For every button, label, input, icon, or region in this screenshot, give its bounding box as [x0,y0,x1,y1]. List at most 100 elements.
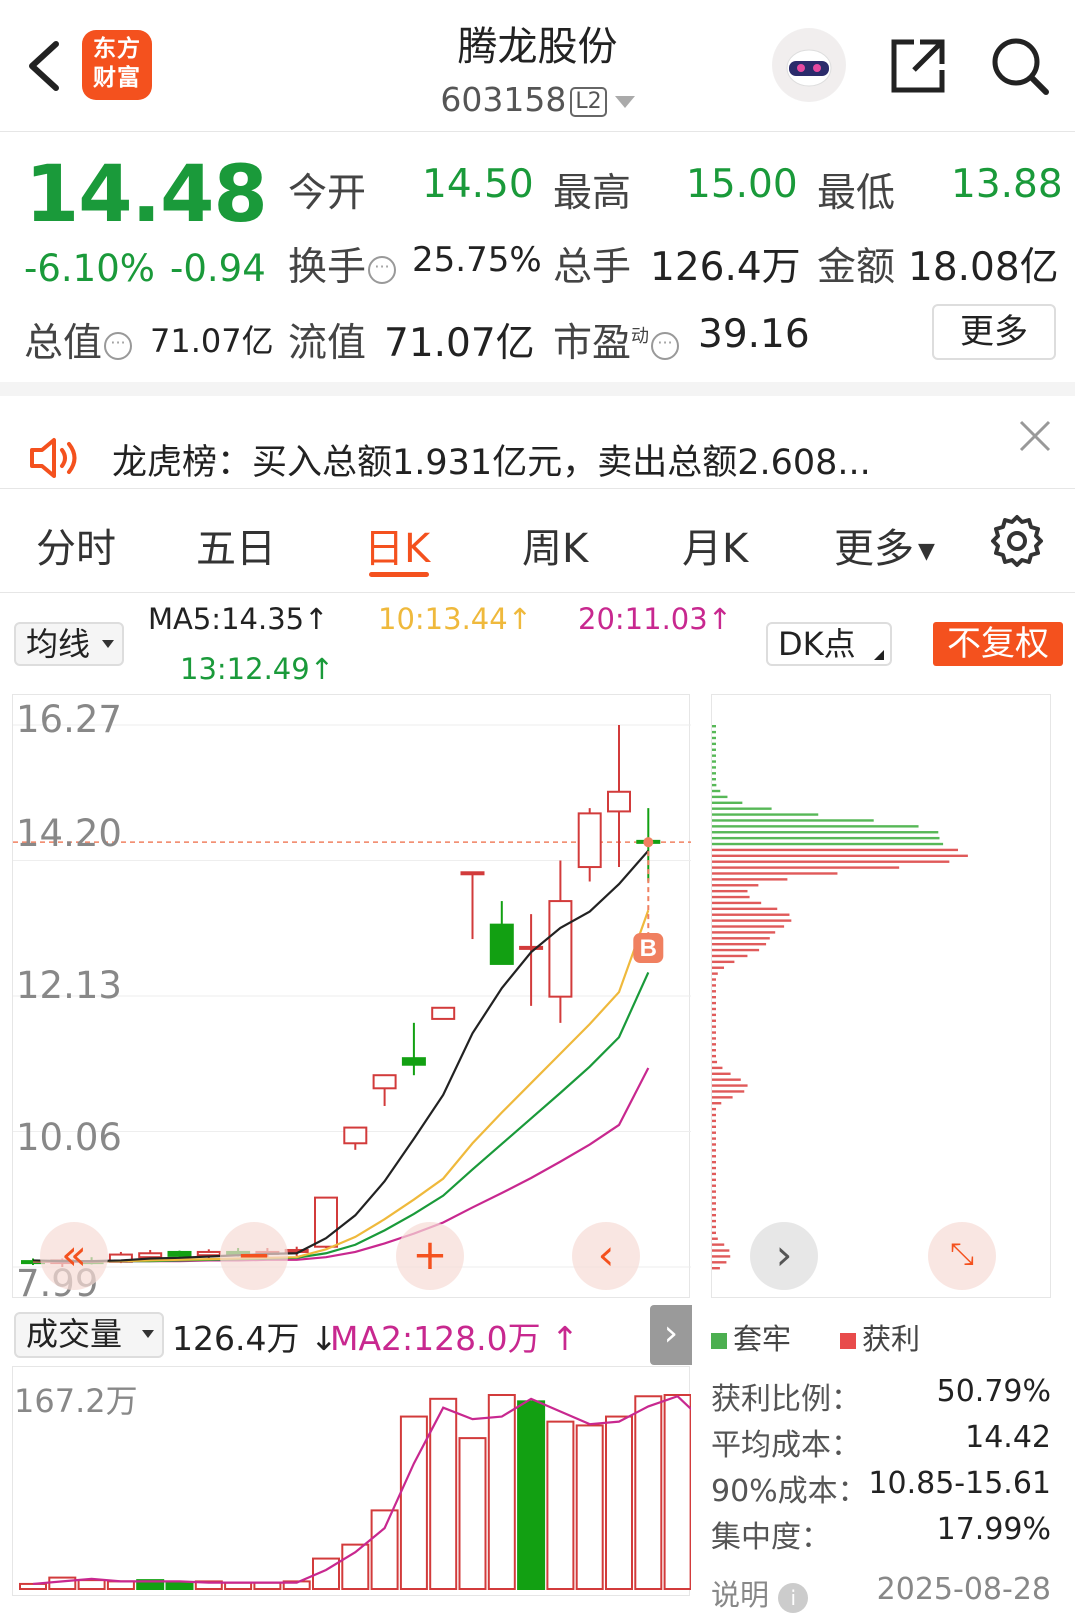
tab-intraday[interactable]: 分时 [36,516,116,574]
cost-bar [712,1231,716,1235]
candle [401,1022,426,1076]
pe-label[interactable]: 市盈动 ··· [553,312,681,368]
concentration-value: 17.99% [936,1512,1051,1547]
share-icon[interactable] [886,34,950,98]
cost-bar [712,760,716,763]
cost-bar [712,1025,716,1028]
cost-bar [712,1196,716,1199]
dk-point-dropdown[interactable]: DK点 [766,622,892,666]
cost-bar [712,1049,716,1052]
y-tick-label: 16.27 [16,698,122,741]
cost-distribution-chart [711,694,1051,1298]
candle [607,725,631,868]
caret-down-icon [142,1330,154,1338]
candle-body [548,900,573,998]
brand-logo[interactable]: 东方 财富 [82,30,152,100]
cost-date: 2025-08-28 [876,1572,1051,1607]
search-icon[interactable] [988,34,1052,98]
profit-ratio-value: 50.79% [936,1374,1051,1409]
scroll-far-left-button[interactable]: « [40,1222,108,1290]
more-quote-button[interactable]: 更多 [932,304,1056,360]
candle-body [372,1074,397,1090]
close-icon[interactable] [1015,416,1055,456]
cost-bar [712,1066,723,1070]
zoom-in-button[interactable]: + [396,1222,464,1290]
volume-indicator-dropdown[interactable]: 成交量 [14,1312,164,1358]
volume-bar [634,1395,663,1591]
candle-body [138,1252,163,1259]
active-tab-indicator [369,572,429,577]
cost-bar [712,754,716,757]
cost-bar [712,1013,716,1017]
cost-bar [712,836,940,840]
cost-bar [712,848,959,852]
mktcap-label[interactable]: 总值 ··· [24,312,134,368]
cost-bar [712,1084,748,1087]
explanation-link[interactable]: 说明 i [711,1572,809,1614]
candle-body [196,1250,221,1257]
candle-body [607,790,631,813]
cost-bar [712,1202,716,1205]
tab-monthly-k[interactable]: 月K [682,516,748,574]
gear-icon[interactable] [990,514,1044,568]
volume-bar [370,1509,399,1590]
tab-daily-k[interactable]: 日K [364,516,430,574]
cost-bar [712,878,788,881]
cost-bar [712,907,778,911]
no-adjust-button[interactable]: 不复权 [933,622,1063,666]
high-value: 15.00 [686,162,798,207]
cost-bar [712,1043,716,1046]
cost-bar [712,925,785,928]
tab-weekly-k[interactable]: 周K [522,516,588,574]
candle-body [460,871,485,876]
tab-five-day[interactable]: 五日 [196,516,276,574]
news-ticker[interactable]: 龙虎榜：买入总额1.931亿元，卖出总额2.608... [112,434,871,485]
volume-max-label: 167.2万 [14,1382,138,1420]
robot-assistant-icon[interactable] [772,28,846,102]
volume-bar [106,1580,135,1591]
cost-bar [712,807,772,810]
candle [372,1074,397,1106]
candle [167,1250,192,1258]
legend-swatch [840,1333,856,1349]
cost-bar [712,1267,720,1270]
mktcap-value: 71.07亿 [150,322,274,360]
volume-bar [48,1576,77,1590]
turnover-label[interactable]: 换手 ··· [288,236,398,292]
cost-bar [712,795,728,799]
zoom-out-button[interactable]: − [220,1222,288,1290]
expand-right-button[interactable]: › [650,1305,692,1365]
cost-bar [712,1001,716,1005]
candle [577,808,602,882]
candle [460,871,485,940]
volume-bar [546,1420,575,1591]
cost-bar [712,1107,716,1111]
cost-bar [712,766,716,769]
scroll-left-button[interactable]: ‹ [572,1222,640,1290]
cost-bar [712,1019,716,1022]
divider [0,488,1075,489]
cost-bar [712,978,716,981]
cost-bar [712,1149,716,1152]
volume-bar [77,1579,106,1591]
cost-bar [712,942,767,946]
candle-body [431,1006,456,1020]
cost-bar [712,1261,727,1264]
cost-bar [712,919,792,922]
tab-more[interactable]: 更多 ▼ [834,516,935,574]
back-arrow-icon[interactable] [22,38,66,94]
cost-bar [712,1131,716,1134]
cost-bar [712,730,716,734]
cost-bar [712,842,944,846]
ma-dropdown[interactable]: 均线 [14,622,124,666]
cost-bar [712,1243,725,1246]
volume-bar [605,1415,633,1590]
volume-bar [575,1424,604,1590]
cost-bar [712,1113,716,1117]
cost-bar [712,954,748,958]
cost-bar [712,889,748,893]
cost90-value: 10.85-15.61 [868,1466,1051,1501]
cost-bar [712,1060,718,1064]
stock-code-selector[interactable]: 603158 L2 [330,80,745,119]
cost-bar [712,831,939,834]
